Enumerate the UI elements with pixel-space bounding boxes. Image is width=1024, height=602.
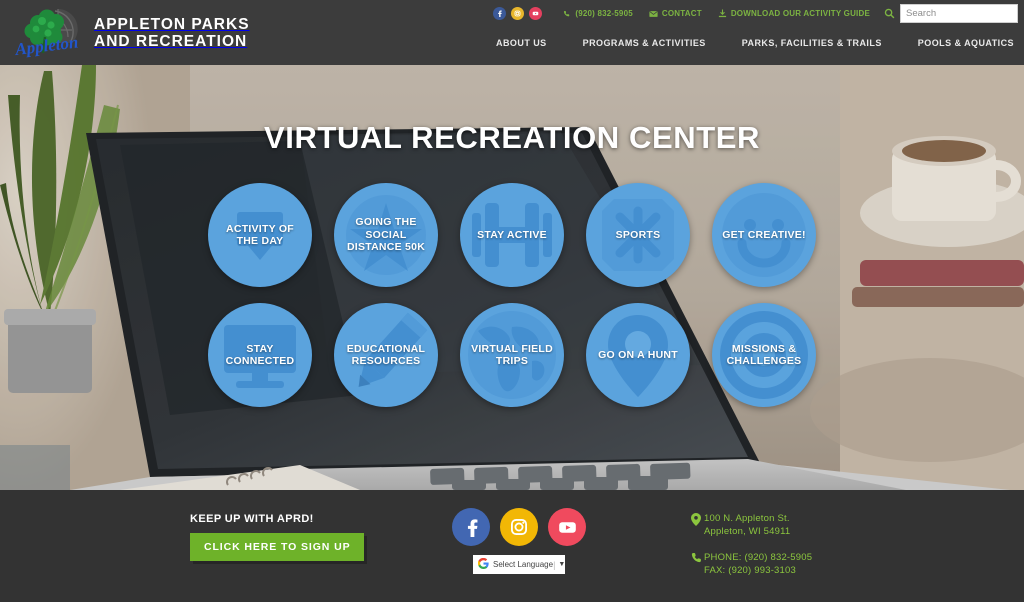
- envelope-icon: [649, 10, 658, 18]
- footer-keep-up-heading: KEEP UP WITH APRD!: [190, 513, 314, 525]
- header-instagram-icon[interactable]: [511, 7, 525, 20]
- footer-address: 100 N. Appleton St. Appleton, WI 54911: [688, 512, 812, 538]
- hero-title: VIRTUAL RECREATION CENTER: [263, 120, 761, 155]
- tile-label: ACTIVITY OF THE DAY: [226, 222, 294, 248]
- chevron-down-icon[interactable]: ▼: [558, 561, 565, 568]
- footer-address-text: 100 N. Appleton St. Appleton, WI 54911: [704, 512, 790, 538]
- appleton-tree-globe-logo-icon: Appleton: [12, 3, 86, 63]
- address-line-1: 100 N. Appleton St.: [704, 513, 790, 524]
- phone-icon: [563, 10, 571, 18]
- main-navigation: ABOUT US PROGRAMS & ACTIVITIES PARKS, FA…: [460, 38, 1014, 48]
- google-g-icon: [477, 557, 489, 572]
- nav-item-parks[interactable]: PARKS, FACILITIES & TRAILS: [742, 38, 882, 48]
- nav-item-programs[interactable]: PROGRAMS & ACTIVITIES: [583, 38, 706, 48]
- header-phone-label: (920) 832-5905: [575, 9, 633, 18]
- footer-contact-column: 100 N. Appleton St. Appleton, WI 54911 P…: [688, 512, 812, 590]
- language-selector[interactable]: Select Language | ▼: [473, 555, 565, 574]
- footer-phone-text: PHONE: (920) 832-5905 FAX: (920) 993-310…: [704, 551, 812, 577]
- footer-phone: PHONE: (920) 832-5905 FAX: (920) 993-310…: [688, 551, 812, 577]
- tile-label: VIRTUAL FIELD TRIPS: [471, 342, 553, 368]
- tile-label: SPORTS: [615, 228, 661, 241]
- site-title: APPLETON PARKS AND RECREATION: [94, 16, 250, 50]
- site-title-line2: AND RECREATION: [94, 32, 248, 50]
- nav-item-about-us[interactable]: ABOUT US: [496, 38, 547, 48]
- header-activity-guide-label: DOWNLOAD OUR ACTIVITY GUIDE: [730, 9, 870, 18]
- site-title-line1: APPLETON PARKS: [94, 15, 250, 33]
- tile-sports[interactable]: SPORTS: [586, 183, 690, 287]
- tile-going-the-social-distance-50k[interactable]: GOING THE SOCIAL DISTANCE 50K: [334, 183, 438, 287]
- phone-line: PHONE: (920) 832-5905: [704, 552, 813, 563]
- tile-go-on-a-hunt[interactable]: GO ON A HUNT: [586, 303, 690, 407]
- site-logo-link[interactable]: Appleton APPLETON PARKS AND RECREATION: [12, 1, 252, 64]
- header-activity-guide-link[interactable]: DOWNLOAD OUR ACTIVITY GUIDE: [718, 9, 870, 18]
- utility-bar: (920) 832-5905 CONTACT DOWNLOAD OUR ACTI…: [493, 0, 1024, 27]
- virtual-recreation-tiles: ACTIVITY OF THE DAY GOING THE SOCIAL DIS…: [0, 183, 1024, 407]
- header-contact-link[interactable]: CONTACT: [649, 9, 702, 18]
- tile-stay-connected[interactable]: STAY CONNECTED: [208, 303, 312, 407]
- tile-virtual-field-trips[interactable]: VIRTUAL FIELD TRIPS: [460, 303, 564, 407]
- footer-social-column: Select Language | ▼: [452, 508, 586, 574]
- tile-get-creative[interactable]: GET CREATIVE!: [712, 183, 816, 287]
- tile-missions-and-challenges[interactable]: MISSIONS & CHALLENGES: [712, 303, 816, 407]
- footer-facebook-icon[interactable]: [452, 508, 490, 546]
- header-phone-link[interactable]: (920) 832-5905: [563, 9, 633, 18]
- footer-youtube-icon[interactable]: [548, 508, 586, 546]
- header-youtube-icon[interactable]: [529, 7, 543, 20]
- search-input[interactable]: [900, 4, 1018, 23]
- search-icon[interactable]: [884, 8, 895, 19]
- nav-item-pools[interactable]: POOLS & AQUATICS: [918, 38, 1014, 48]
- page-root: Appleton APPLETON PARKS AND RECREATION (…: [0, 0, 1024, 602]
- phone-icon: [688, 551, 704, 564]
- hero-section: VIRTUAL RECREATION CENTER ACTIVITY OF TH…: [0, 65, 1024, 490]
- tile-label: MISSIONS & CHALLENGES: [726, 342, 802, 368]
- tile-label: GOING THE SOCIAL DISTANCE 50K: [346, 216, 426, 254]
- tile-row-2: STAY CONNECTED EDUCATIONAL RESOURCES VIR…: [0, 303, 1024, 407]
- fax-line: FAX: (920) 993-3103: [704, 565, 796, 576]
- map-pin-icon: [688, 512, 704, 526]
- tile-stay-active[interactable]: STAY ACTIVE: [460, 183, 564, 287]
- tile-label: STAY ACTIVE: [477, 228, 547, 241]
- tile-label: GET CREATIVE!: [722, 228, 806, 241]
- site-header: Appleton APPLETON PARKS AND RECREATION (…: [0, 0, 1024, 65]
- svg-text:Appleton: Appleton: [13, 32, 79, 59]
- download-icon: [718, 9, 727, 18]
- tile-row-1: ACTIVITY OF THE DAY GOING THE SOCIAL DIS…: [0, 183, 1024, 287]
- footer-instagram-icon[interactable]: [500, 508, 538, 546]
- header-facebook-icon[interactable]: [493, 7, 507, 20]
- tile-educational-resources[interactable]: EDUCATIONAL RESOURCES: [334, 303, 438, 407]
- address-line-2: Appleton, WI 54911: [704, 526, 791, 537]
- tile-label: STAY CONNECTED: [225, 342, 295, 368]
- footer-signup-column: KEEP UP WITH APRD! CLICK HERE TO SIGN UP: [190, 513, 420, 561]
- tile-label: EDUCATIONAL RESOURCES: [346, 342, 426, 368]
- footer-social-row: [452, 508, 586, 546]
- site-footer: KEEP UP WITH APRD! CLICK HERE TO SIGN UP: [0, 490, 1024, 602]
- header-search: [884, 4, 1018, 23]
- language-label: Select Language: [493, 560, 554, 569]
- tile-activity-of-the-day[interactable]: ACTIVITY OF THE DAY: [208, 183, 312, 287]
- tile-label: GO ON A HUNT: [598, 348, 678, 361]
- header-contact-label: CONTACT: [661, 9, 702, 18]
- signup-button[interactable]: CLICK HERE TO SIGN UP: [190, 533, 365, 561]
